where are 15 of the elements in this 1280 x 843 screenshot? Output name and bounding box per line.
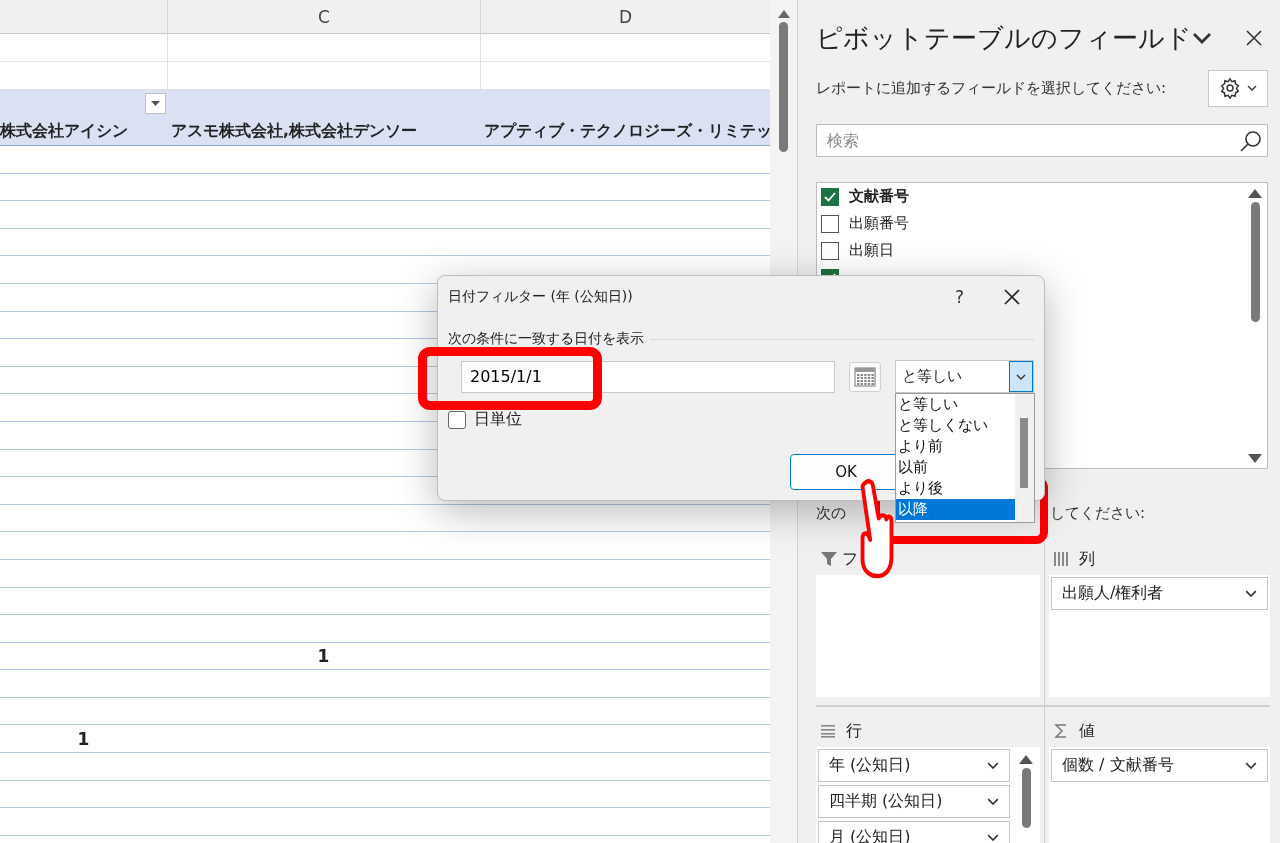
pane-title: ピボットテーブルのフィールド: [816, 21, 1192, 55]
area-label: 行: [846, 720, 862, 742]
column-label: アプティブ・テクノロジーズ・リミテッ: [484, 121, 770, 142]
drag-hint: してください:: [1050, 504, 1146, 523]
pane-subtitle: レポートに追加するフィールドを選択してください:: [816, 78, 1167, 98]
column-label: アスモ株式会社,株式会社デンソー: [171, 121, 417, 142]
area-label: 値: [1079, 720, 1095, 742]
dialog-title: 日付フィルター (年 (公知日)): [448, 288, 633, 306]
value-cell: 1: [317, 646, 330, 666]
value-cell: 1: [77, 728, 90, 749]
area-label: フ: [842, 548, 858, 570]
area-label: 列: [1079, 548, 1095, 570]
drag-hint: 次の: [816, 504, 846, 523]
column-label: 株式会社アイシン: [0, 121, 128, 142]
group-label: 次の条件に一致する日付を表示: [448, 330, 644, 348]
